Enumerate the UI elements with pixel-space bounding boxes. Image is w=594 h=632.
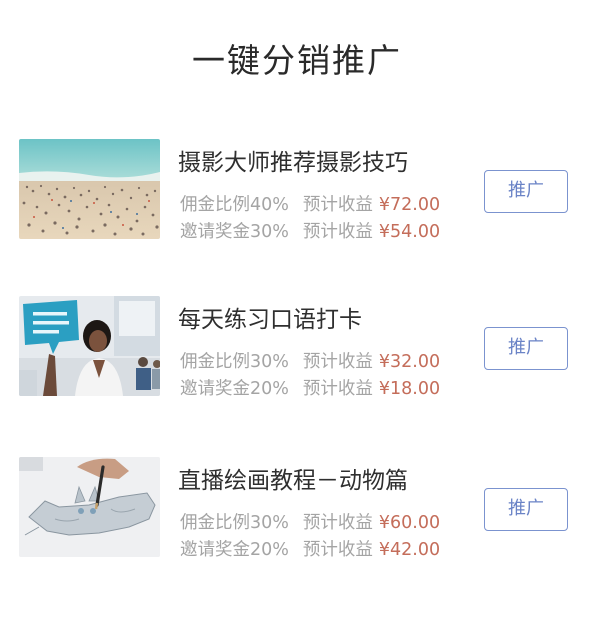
invite-bonus-label: 邀请奖金30% — [180, 222, 289, 242]
expected-earnings-label: 预计收益 — [302, 379, 373, 399]
invite-amount: ¥54.00 — [378, 222, 441, 242]
list-item: 每天练习口语打卡 佣金比例30% 预计收益 ¥32.00 邀请奖金20% 预计收益 ¥1… — [0, 296, 594, 406]
commission-rate-label: 佣金比例30% — [180, 513, 289, 533]
course-thumbnail[interactable] — [19, 457, 160, 557]
commission-row: 佣金比例40% 预计收益 ¥72.00 — [180, 191, 440, 216]
promote-button[interactable]: 推广 — [484, 327, 568, 370]
commission-row: 佣金比例30% 预计收益 ¥32.00 — [180, 348, 440, 373]
promote-button[interactable]: 推广 — [484, 170, 568, 213]
invite-bonus-row: 邀请奖金20% 预计收益 ¥42.00 — [180, 536, 440, 561]
expected-earnings-label: 预计收益 — [302, 352, 373, 372]
promotion-page: 一键分销推广 摄影大师推荐摄影技巧 佣金比例40% 预计收益 ¥72.00 邀请… — [0, 0, 594, 632]
invite-bonus-row: 邀请奖金30% 预计收益 ¥54.00 — [180, 218, 440, 243]
list-item: 直播绘画教程－动物篇 佣金比例30% 预计收益 ¥60.00 邀请奖金20% 预计收益… — [0, 457, 594, 567]
cat-drawing-image — [19, 457, 160, 557]
course-title: 摄影大师推荐摄影技巧 — [178, 150, 408, 176]
invite-bonus-label: 邀请奖金20% — [180, 540, 289, 560]
speech-bubble-office-image — [19, 296, 160, 396]
page-title: 一键分销推广 — [192, 41, 402, 80]
commission-rate-label: 佣金比例30% — [180, 352, 289, 372]
commission-amount: ¥60.00 — [378, 513, 441, 533]
course-thumbnail[interactable] — [19, 139, 160, 239]
list-item: 摄影大师推荐摄影技巧 佣金比例40% 预计收益 ¥72.00 邀请奖金30% 预计收益… — [0, 139, 594, 249]
expected-earnings-label: 预计收益 — [302, 222, 373, 242]
commission-amount: ¥32.00 — [378, 352, 441, 372]
expected-earnings-label: 预计收益 — [302, 195, 373, 215]
course-title: 直播绘画教程－动物篇 — [178, 468, 408, 494]
promote-button[interactable]: 推广 — [484, 488, 568, 531]
course-title: 每天练习口语打卡 — [178, 307, 362, 333]
commission-row: 佣金比例30% 预计收益 ¥60.00 — [180, 509, 440, 534]
invite-bonus-row: 邀请奖金20% 预计收益 ¥18.00 — [180, 375, 440, 400]
commission-rate-label: 佣金比例40% — [180, 195, 289, 215]
invite-amount: ¥18.00 — [378, 379, 441, 399]
invite-bonus-label: 邀请奖金20% — [180, 379, 289, 399]
beach-crowd-image — [19, 139, 160, 239]
expected-earnings-label: 预计收益 — [302, 540, 373, 560]
commission-amount: ¥72.00 — [378, 195, 441, 215]
course-thumbnail[interactable] — [19, 296, 160, 396]
invite-amount: ¥42.00 — [378, 540, 441, 560]
expected-earnings-label: 预计收益 — [302, 513, 373, 533]
